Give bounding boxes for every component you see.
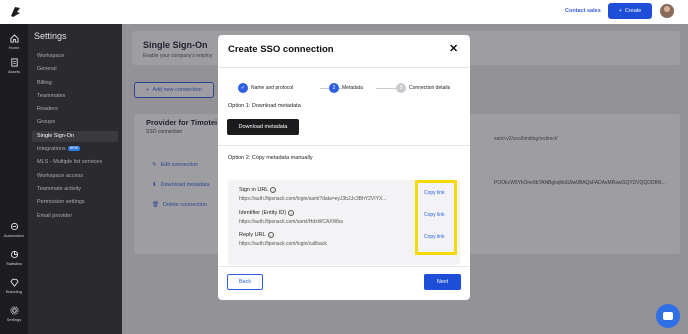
sidebar-item-label: Integrations (37, 146, 66, 152)
stats-icon (10, 250, 18, 259)
sign-in-url-value: https://auth.flipsnack.com/login/saml?da… (239, 196, 387, 202)
copy-link-entity-id[interactable]: Copy link (424, 212, 445, 218)
rail-item-statistics[interactable]: Statistics (0, 250, 28, 266)
back-button[interactable]: Back (227, 274, 263, 290)
entity-id-value: https://auth.flipsnack.com/saml/HdxWCAXW… (239, 219, 343, 225)
sidebar-item-single-sign-on[interactable]: Single Sign-On (32, 131, 118, 142)
top-bar: Contact sales + Create (0, 0, 688, 24)
rail-label: Assets (7, 69, 20, 74)
entity-id-field: Identifier (Entity ID) i https://auth.fli… (239, 210, 343, 225)
chat-icon (663, 312, 673, 320)
create-button[interactable]: + Create (608, 3, 652, 19)
step-label: Connection details (409, 85, 451, 91)
sidebar-item-mls[interactable]: MLS - Multiple list services (32, 157, 118, 168)
file-icon (10, 58, 18, 67)
step-label: Metadata (342, 85, 363, 91)
rail-item-home[interactable]: Home (0, 34, 28, 50)
field-label: Sign in URL (239, 187, 269, 193)
sidebar-item-workspace[interactable]: Workspace (32, 51, 118, 62)
contact-sales-link[interactable]: Contact sales (565, 8, 601, 14)
sidebar-item-readers[interactable]: Readers (32, 104, 118, 115)
sign-in-url-field: Sign in URL i https://auth.flipsnack.com/… (239, 187, 386, 202)
step-connector (376, 88, 396, 89)
info-icon[interactable]: i (288, 210, 295, 216)
rail-label: Settings (6, 317, 22, 322)
rail-item-automation[interactable]: Automation (0, 222, 28, 238)
reply-url-value: https://auth.flipsnack.com/login/callbac… (239, 241, 327, 247)
step-name-and-protocol: ✓ Name and protocol (238, 83, 293, 93)
plus-icon: + (618, 8, 622, 14)
sidebar-item-permission-settings[interactable]: Permission settings (32, 197, 118, 208)
sidebar-item-teammate-activity[interactable]: Teammate activity (32, 184, 118, 195)
home-icon (9, 34, 19, 43)
sidebar-item-groups[interactable]: Groups (32, 117, 118, 128)
stepper: ✓ Name and protocol 2 Metadata 3 Connect… (238, 83, 452, 95)
check-icon: ✓ (238, 83, 248, 93)
option1-label: Option 1: Download metadata (228, 103, 301, 109)
divider (218, 67, 470, 68)
sidebar-item-teammates[interactable]: Teammates (32, 91, 118, 102)
info-icon[interactable]: i (267, 232, 274, 238)
next-button[interactable]: Next (424, 274, 461, 290)
sidebar-item-email-provider[interactable]: Email provider (32, 211, 118, 222)
rail-item-settings[interactable]: Settings (0, 306, 28, 322)
sidebar-item-integrations[interactable]: Integrations NEW (32, 144, 118, 155)
option2-label: Option 2: Copy metadata manually (228, 155, 313, 161)
sidebar-item-workspace-access[interactable]: Workspace access (32, 171, 118, 182)
app-logo-icon[interactable] (9, 5, 22, 18)
step-label: Name and protocol (251, 85, 294, 91)
icon-rail: Home Assets Automation Statistics Brandi… (0, 24, 28, 334)
sidebar-item-billing[interactable]: Billing (32, 78, 118, 89)
gear-icon (9, 306, 19, 315)
field-label: Identifier (Entity ID) (239, 210, 287, 216)
divider (218, 266, 470, 267)
rail-item-assets[interactable]: Assets (0, 58, 28, 74)
settings-title: Settings (34, 31, 67, 41)
step-number: 3 (396, 83, 406, 93)
info-icon[interactable]: i (270, 187, 277, 193)
rail-label: Branding (5, 289, 22, 294)
rail-label: Automation (3, 233, 25, 238)
modal-title: Create SSO connection (228, 44, 334, 55)
create-sso-modal: Create SSO connection ✕ ✓ Name and proto… (218, 35, 470, 300)
new-badge: NEW (67, 146, 80, 151)
avatar[interactable] (660, 4, 674, 18)
diamond-icon (9, 278, 19, 287)
divider (218, 145, 470, 146)
chat-support-button[interactable] (656, 304, 680, 328)
step-metadata: 2 Metadata (329, 83, 363, 93)
settings-sidebar: Settings Workspace General Billing Teamm… (28, 24, 122, 334)
close-icon[interactable]: ✕ (449, 44, 458, 55)
reply-url-field: Reply URL i https://auth.flipsnack.com/lo… (239, 232, 327, 247)
sidebar-item-general[interactable]: General (32, 64, 118, 75)
rail-item-branding[interactable]: Branding (0, 278, 28, 294)
copy-link-sign-in-url[interactable]: Copy link (424, 190, 445, 196)
step-connection-details: 3 Connection details (396, 83, 450, 93)
rail-label: Home (8, 45, 20, 50)
step-number: 2 (329, 83, 339, 93)
field-label: Reply URL (239, 232, 266, 238)
create-button-label: Create (624, 8, 642, 14)
rail-label: Statistics (5, 261, 22, 266)
copy-link-reply-url[interactable]: Copy link (424, 234, 445, 240)
automation-icon (10, 222, 18, 231)
download-metadata-button[interactable]: Download metadata (227, 119, 299, 135)
